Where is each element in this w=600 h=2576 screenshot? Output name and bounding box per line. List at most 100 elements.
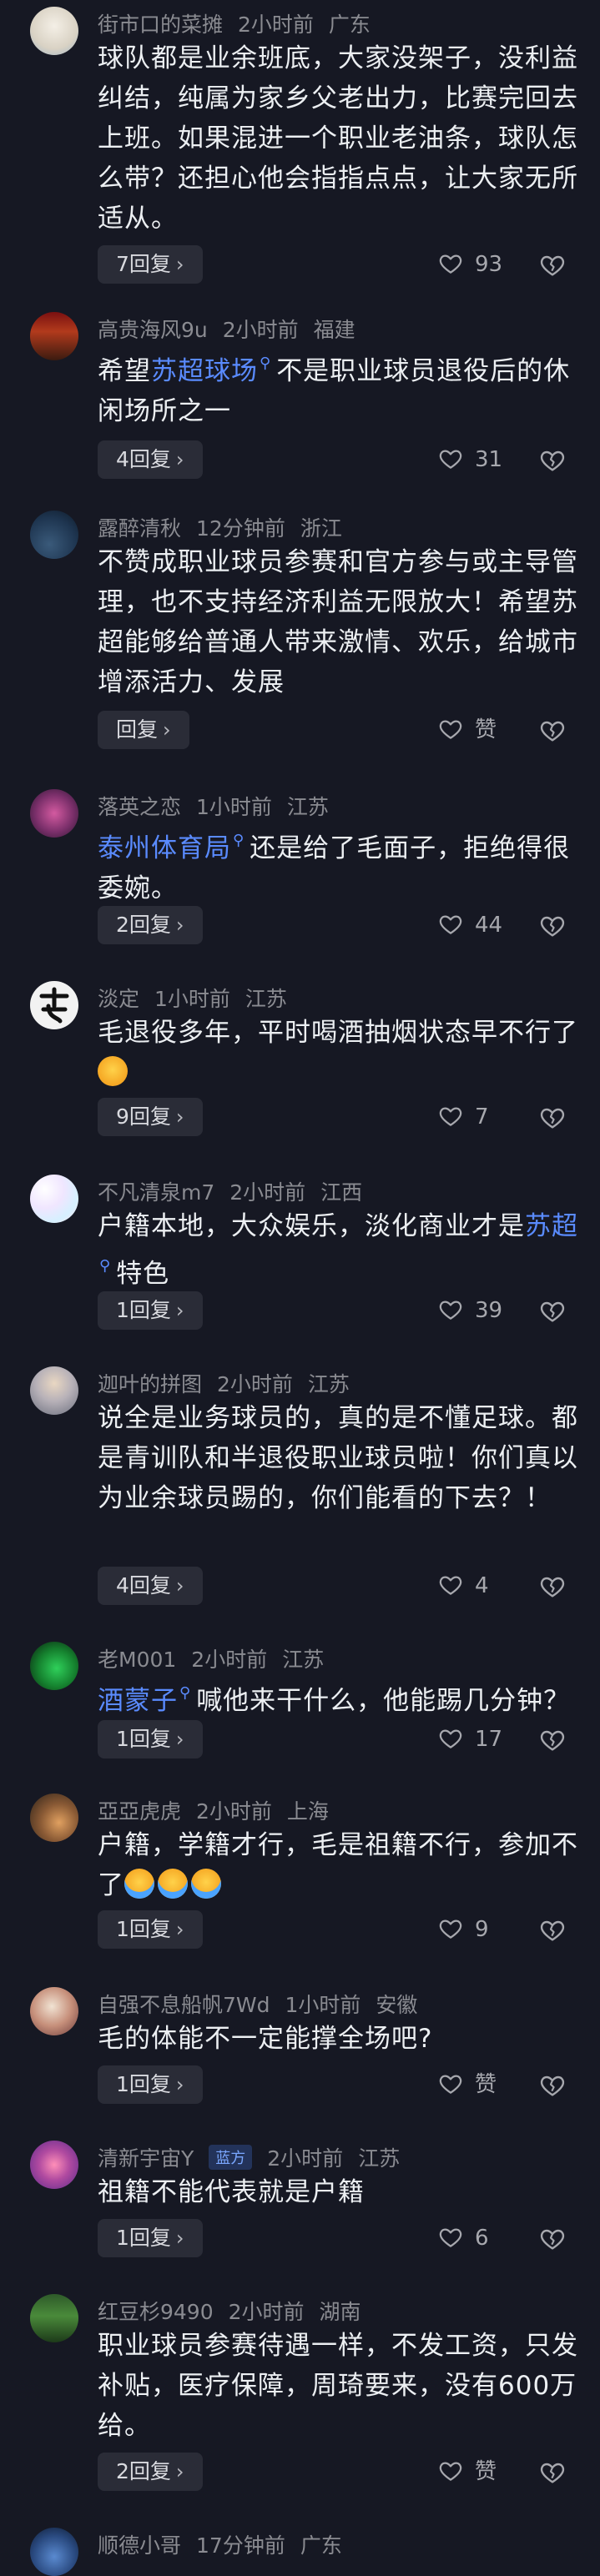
avatar[interactable] <box>30 7 78 55</box>
broken-heart-icon[interactable] <box>539 252 566 279</box>
location: 江苏 <box>307 1372 350 1396</box>
topic-link[interactable]: 酒蒙子 <box>98 1686 178 1716</box>
username[interactable]: 老M001 <box>98 1648 176 1672</box>
view-replies-button[interactable]: 9回复 › <box>98 1098 203 1136</box>
like-button[interactable]: 6 <box>438 2219 489 2257</box>
username[interactable]: 不凡清泉m7 <box>98 1180 214 1205</box>
heart-outline-icon <box>438 2071 463 2096</box>
like-count: 7 <box>475 1104 489 1130</box>
broken-heart-icon[interactable] <box>539 913 566 939</box>
avatar[interactable] <box>30 1366 78 1415</box>
username[interactable]: 露醉清秋 <box>98 516 181 541</box>
comment-meta: 迦叶的拼图 2小时前 江苏 <box>98 1368 365 1398</box>
username[interactable]: 自强不息船帆7Wd <box>98 1993 270 2017</box>
avatar[interactable] <box>30 1642 78 1690</box>
broken-heart-icon[interactable] <box>539 2459 566 2486</box>
username[interactable]: 清新宇宙Y <box>98 2146 194 2171</box>
username[interactable]: 街市口的菜摊 <box>98 13 223 37</box>
username[interactable]: 红豆杉9490 <box>98 2300 214 2324</box>
comment-text: 球队都是业余班底，大家没架子，没利益纠结，纯属为家乡父老出力，比赛完回去上班。如… <box>98 43 578 234</box>
comment-meta: 清新宇宙Y 蓝方 2小时前 江苏 <box>98 2142 415 2172</box>
chevron-right-icon: › <box>175 1728 184 1751</box>
heart-outline-icon <box>438 1916 463 1941</box>
avatar[interactable] <box>30 1175 78 1223</box>
chevron-right-icon: › <box>175 2460 184 2483</box>
username[interactable]: 淡定 <box>98 987 139 1011</box>
avatar[interactable] <box>30 312 78 360</box>
broken-heart-icon[interactable] <box>539 1104 566 1131</box>
like-button[interactable]: 9 <box>438 1910 489 1949</box>
like-button[interactable]: 44 <box>438 906 502 944</box>
crying-laughing-emoji-icon <box>124 1869 154 1899</box>
reply-count: 2回复 <box>116 2459 171 2483</box>
view-replies-button[interactable]: 2回复 › <box>98 2453 203 2491</box>
comment-text: 户籍，学籍才行，毛是祖籍不行，参加不了 <box>98 1825 578 1905</box>
comment-text: 说全是业务球员的，真的是不懂足球。都是青训队和半退役职业球员啦！你们真以为业余球… <box>98 1403 578 1513</box>
comment-meta: 露醉清秋 12分钟前 浙江 <box>98 512 357 542</box>
heart-outline-icon <box>438 1297 463 1322</box>
like-button[interactable]: 31 <box>438 440 502 479</box>
avatar[interactable] <box>30 2528 78 2576</box>
search-icon: ⚲ <box>233 832 245 849</box>
topic-link[interactable]: 泰州体育局 <box>98 833 231 863</box>
view-replies-button[interactable]: 7回复 › <box>98 245 203 284</box>
chevron-right-icon: › <box>175 1105 184 1129</box>
broken-heart-icon[interactable] <box>539 1298 566 1325</box>
timestamp: 2小时前 <box>229 1180 306 1205</box>
like-button[interactable]: 39 <box>438 1291 502 1330</box>
like-label: 赞 <box>475 2072 497 2097</box>
like-button[interactable]: 赞 <box>438 2065 497 2104</box>
like-label: 赞 <box>475 717 497 742</box>
avatar[interactable] <box>30 1987 78 2035</box>
view-replies-button[interactable]: 1回复 › <box>98 2065 203 2104</box>
chevron-right-icon: › <box>175 253 184 276</box>
comment-text: 职业球员参赛待遇一样，不发工资，只发补贴，医疗保障，周琦要来，没有600万给。 <box>98 2331 578 2441</box>
username[interactable]: 高贵海风9u <box>98 318 208 342</box>
avatar[interactable] <box>30 2141 78 2189</box>
like-button[interactable]: 赞 <box>438 2453 497 2491</box>
comment-text: 毛退役多年，平时喝酒抽烟状态早不行了 <box>98 1013 578 1093</box>
like-button[interactable]: 93 <box>438 245 502 284</box>
topic-link[interactable]: 苏超 <box>525 1211 578 1241</box>
avatar[interactable] <box>30 981 78 1029</box>
username[interactable]: 顺德小哥 <box>98 2533 181 2558</box>
heart-outline-icon <box>438 717 463 742</box>
username[interactable]: 亞亞虎虎 <box>98 1799 181 1824</box>
view-replies-button[interactable]: 2回复 › <box>98 906 203 944</box>
comment-text: 毛的体能不一定能撑全场吧? <box>98 2024 433 2054</box>
like-count: 93 <box>475 252 503 277</box>
avatar[interactable] <box>30 2294 78 2342</box>
like-count: 31 <box>475 447 503 472</box>
broken-heart-icon[interactable] <box>539 717 566 744</box>
broken-heart-icon[interactable] <box>539 447 566 474</box>
like-button[interactable]: 17 <box>438 1720 502 1758</box>
broken-heart-icon[interactable] <box>539 1727 566 1753</box>
timestamp: 2小时前 <box>222 318 299 342</box>
view-replies-button[interactable]: 1回复 › <box>98 1910 203 1949</box>
reply-button[interactable]: 回复 › <box>98 711 189 749</box>
view-replies-button[interactable]: 1回复 › <box>98 2219 203 2257</box>
username[interactable]: 迦叶的拼图 <box>98 1372 202 1396</box>
broken-heart-icon[interactable] <box>539 1573 566 1600</box>
like-button[interactable]: 赞 <box>438 711 497 749</box>
avatar[interactable] <box>30 511 78 559</box>
timestamp: 1小时前 <box>154 987 230 1011</box>
view-replies-button[interactable]: 4回复 › <box>98 1567 203 1605</box>
heart-outline-icon <box>438 2225 463 2250</box>
comment-meta: 街市口的菜摊 2小时前 广东 <box>98 8 386 38</box>
view-replies-button[interactable]: 1回复 › <box>98 1720 203 1758</box>
avatar[interactable] <box>30 1794 78 1842</box>
like-button[interactable]: 7 <box>438 1098 489 1136</box>
topic-link[interactable]: 苏超球场 <box>151 356 258 386</box>
broken-heart-icon[interactable] <box>539 2072 566 2099</box>
view-replies-button[interactable]: 1回复 › <box>98 1291 203 1330</box>
broken-heart-icon[interactable] <box>539 2226 566 2252</box>
comment-text: 泰州体育局 ⚲ 还是给了毛面子，拒绝得很委婉。 <box>98 821 578 908</box>
location: 江西 <box>320 1180 363 1205</box>
like-button[interactable]: 4 <box>438 1567 489 1605</box>
view-replies-button[interactable]: 4回复 › <box>98 440 203 479</box>
broken-heart-icon[interactable] <box>539 1917 566 1944</box>
avatar[interactable] <box>30 789 78 838</box>
username[interactable]: 落英之恋 <box>98 795 181 819</box>
timestamp: 1小时前 <box>285 1993 361 2017</box>
